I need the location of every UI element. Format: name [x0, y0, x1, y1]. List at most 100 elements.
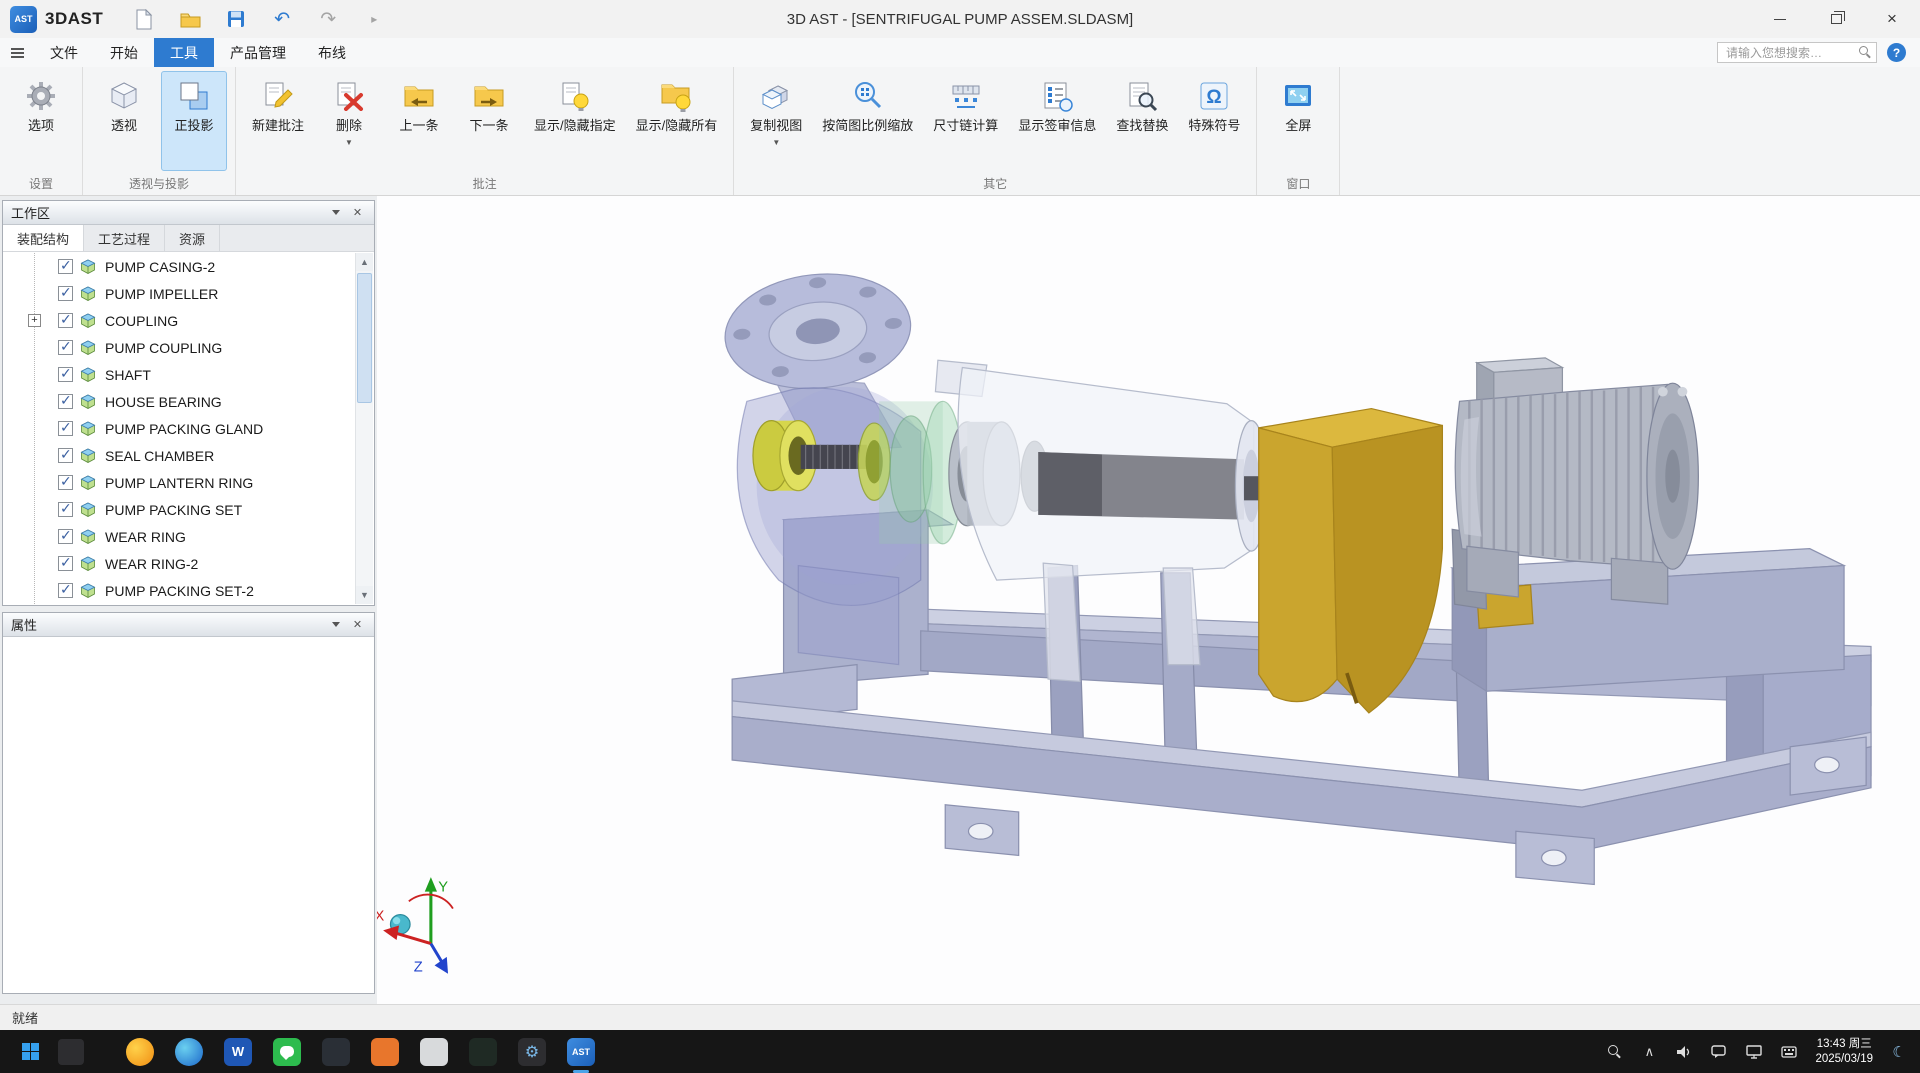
clock[interactable]: 13:43 周三 2025/03/19	[1815, 1037, 1873, 1067]
visibility-checkbox[interactable]	[58, 448, 73, 463]
show-hide-specified-button[interactable]: 显示/隐藏指定	[526, 71, 624, 171]
perspective-button[interactable]: 透视	[91, 71, 157, 171]
visibility-checkbox[interactable]	[58, 286, 73, 301]
panel-collapse-button[interactable]	[327, 205, 344, 221]
tab-process[interactable]: 工艺过程	[84, 225, 165, 251]
next-annotation-button[interactable]: 下一条	[456, 71, 522, 171]
close-icon: ×	[1887, 9, 1897, 29]
panel-close-button[interactable]: ✕	[349, 617, 366, 633]
tree-scrollbar[interactable]: ▲ ▼	[355, 253, 373, 604]
tab-product-management[interactable]: 产品管理	[214, 38, 302, 67]
part-cube-icon	[80, 313, 96, 329]
tab-start[interactable]: 开始	[94, 38, 154, 67]
visibility-checkbox[interactable]	[58, 421, 73, 436]
orange-app-icon[interactable]	[371, 1038, 399, 1066]
tree-item[interactable]: WEAR RING	[4, 523, 355, 550]
word-app-icon[interactable]: W	[224, 1038, 252, 1066]
tree-item[interactable]: PUMP IMPELLER	[4, 280, 355, 307]
tree-item[interactable]: SEAL CHAMBER	[4, 442, 355, 469]
visibility-checkbox[interactable]	[58, 259, 73, 274]
settings-app-icon[interactable]: ⚙	[518, 1038, 546, 1066]
minimize-button[interactable]	[1752, 0, 1808, 38]
tray-keyboard-icon[interactable]	[1780, 1043, 1798, 1061]
ribbon-group-label: 其它	[734, 175, 1256, 192]
3d-viewport[interactable]: Y X Z	[377, 196, 1920, 1004]
wechat-app-icon[interactable]	[273, 1038, 301, 1066]
tree-item[interactable]: HOUSE BEARING	[4, 388, 355, 415]
tab-routing[interactable]: 布线	[302, 38, 362, 67]
ast-app-icon[interactable]: AST	[567, 1038, 595, 1066]
tray-time: 13:43 周三	[1815, 1037, 1873, 1052]
tree-item[interactable]: PUMP LANTERN RING	[4, 469, 355, 496]
tab-tools[interactable]: 工具	[154, 38, 214, 67]
part-cube-icon	[80, 583, 96, 599]
edge-browser-app-icon[interactable]	[175, 1038, 203, 1066]
visibility-checkbox[interactable]	[58, 502, 73, 517]
panel-close-button[interactable]: ✕	[349, 205, 366, 221]
previous-annotation-button[interactable]: 上一条	[386, 71, 452, 171]
tree-item[interactable]: PUMP CASING-2	[4, 253, 355, 280]
visibility-checkbox[interactable]	[58, 475, 73, 490]
tray-volume-icon[interactable]	[1675, 1043, 1693, 1061]
maximize-restore-button[interactable]	[1808, 0, 1864, 38]
browser-app-icon[interactable]	[126, 1038, 154, 1066]
search-input[interactable]	[1717, 42, 1877, 63]
visibility-checkbox[interactable]	[58, 340, 73, 355]
save-button[interactable]	[225, 8, 247, 30]
orthographic-button[interactable]: 正投影	[161, 71, 227, 171]
tray-chevron-up-icon[interactable]: ∧	[1640, 1043, 1658, 1061]
options-button[interactable]: 选项	[8, 71, 74, 171]
tree-item[interactable]: + COUPLING	[4, 307, 355, 334]
redo-button[interactable]: ↷	[317, 8, 339, 30]
part-name: HOUSE BEARING	[105, 394, 222, 410]
tree-item[interactable]: PUMP PACKING SET	[4, 496, 355, 523]
tray-search-icon[interactable]	[1605, 1043, 1623, 1061]
tree-item[interactable]: PUMP PACKING GLAND	[4, 415, 355, 442]
show-hide-all-button[interactable]: 显示/隐藏所有	[628, 71, 726, 171]
help-button[interactable]: ?	[1887, 43, 1906, 62]
tab-assembly-structure[interactable]: 装配结构	[3, 225, 84, 251]
visibility-checkbox[interactable]	[58, 394, 73, 409]
dimension-chain-button[interactable]: 尺寸链计算	[925, 71, 1006, 171]
close-button[interactable]: ×	[1864, 0, 1920, 38]
visibility-checkbox[interactable]	[58, 583, 73, 598]
scroll-down-button[interactable]: ▼	[356, 586, 373, 604]
menu-file[interactable]: 文件	[34, 38, 94, 67]
tree-item[interactable]: WEAR RING-2	[4, 550, 355, 577]
scrollbar-thumb[interactable]	[357, 273, 372, 403]
expand-node-button[interactable]: +	[28, 314, 41, 327]
customize-toolbar-button[interactable]: ▸	[363, 8, 385, 30]
visibility-checkbox[interactable]	[58, 313, 73, 328]
tray-display-icon[interactable]	[1745, 1043, 1763, 1061]
main-menu-button[interactable]	[0, 52, 34, 54]
dropdown-caret-icon: ▼	[772, 139, 780, 147]
taskbar-widget-icon[interactable]	[58, 1039, 84, 1065]
tray-chat-icon[interactable]	[1710, 1043, 1728, 1061]
tree-item[interactable]: PUMP COUPLING	[4, 334, 355, 361]
terminal-app-icon[interactable]	[469, 1038, 497, 1066]
tree-item[interactable]: PUMP PACKING SET-2	[4, 577, 355, 604]
dark-app-icon[interactable]	[322, 1038, 350, 1066]
panel-collapse-button[interactable]	[327, 617, 344, 633]
visibility-checkbox[interactable]	[58, 529, 73, 544]
special-symbol-button[interactable]: Ω 特殊符号	[1180, 71, 1248, 171]
new-annotation-button[interactable]: 新建批注	[244, 71, 312, 171]
approval-info-button[interactable]: 显示签审信息	[1010, 71, 1104, 171]
search-icon[interactable]	[1859, 46, 1872, 59]
start-button[interactable]	[16, 1038, 44, 1066]
tab-resources[interactable]: 资源	[165, 225, 220, 251]
copy-view-button[interactable]: 复制视图 ▼	[742, 71, 810, 171]
night-mode-icon[interactable]: ☾	[1890, 1043, 1908, 1061]
find-replace-button[interactable]: 查找替换	[1108, 71, 1176, 171]
visibility-checkbox[interactable]	[58, 556, 73, 571]
visibility-checkbox[interactable]	[58, 367, 73, 382]
scroll-up-button[interactable]: ▲	[356, 253, 373, 271]
scale-by-diagram-button[interactable]: 按简图比例缩放	[814, 71, 921, 171]
delete-annotation-button[interactable]: 删除 ▼	[316, 71, 382, 171]
new-document-button[interactable]	[133, 8, 155, 30]
light-app-icon[interactable]	[420, 1038, 448, 1066]
undo-button[interactable]: ↶	[271, 8, 293, 30]
open-file-button[interactable]	[179, 8, 201, 30]
tree-item[interactable]: SHAFT	[4, 361, 355, 388]
fullscreen-button[interactable]: 全屏	[1265, 71, 1331, 171]
